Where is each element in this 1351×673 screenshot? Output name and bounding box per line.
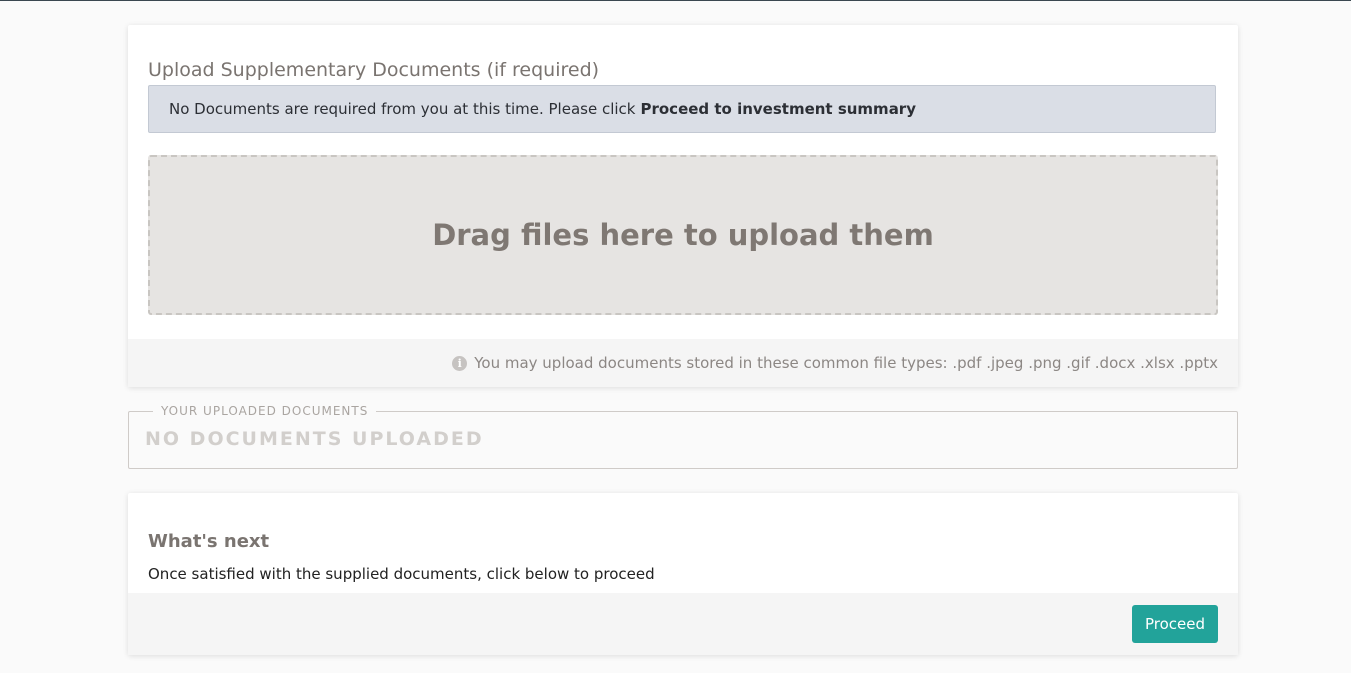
no-documents-alert: No Documents are required from you at th… [148, 85, 1216, 133]
info-icon: i [452, 355, 468, 371]
whats-next-body: Once satisfied with the supplied documen… [148, 565, 655, 583]
upload-card-footer: i You may upload documents stored in the… [128, 339, 1238, 387]
file-types-hint-text: You may upload documents stored in these… [474, 354, 1218, 372]
whats-next-card: What's next Once satisfied with the supp… [128, 493, 1238, 655]
alert-text: No Documents are required from you at th… [169, 100, 636, 118]
uploaded-documents-fieldset: YOUR UPLOADED DOCUMENTS NO DOCUMENTS UPL… [128, 404, 1238, 469]
file-dropzone[interactable]: Drag files here to upload them [148, 155, 1218, 315]
file-types-hint: i You may upload documents stored in the… [452, 354, 1218, 372]
uploaded-documents-legend: YOUR UPLOADED DOCUMENTS [153, 404, 377, 418]
upload-documents-card: Upload Supplementary Documents (if requi… [128, 25, 1238, 387]
whats-next-title: What's next [148, 531, 270, 552]
top-border [0, 0, 1351, 1]
whats-next-footer: Proceed [128, 593, 1238, 655]
proceed-button[interactable]: Proceed [1132, 605, 1218, 643]
alert-bold-text: Proceed to investment summary [640, 100, 916, 118]
upload-section-title: Upload Supplementary Documents (if requi… [148, 58, 600, 81]
no-documents-uploaded-label: NO DOCUMENTS UPLOADED [145, 428, 484, 450]
dropzone-label: Drag files here to upload them [432, 218, 934, 252]
